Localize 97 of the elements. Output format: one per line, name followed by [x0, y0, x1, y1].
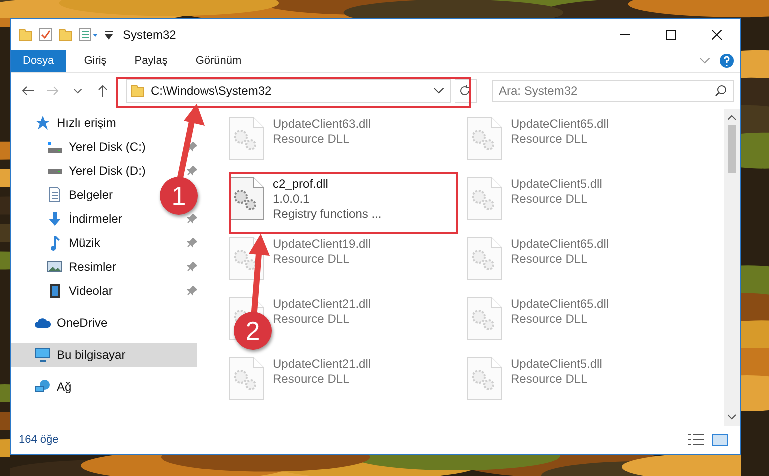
- sidebar-label: Yerel Disk (C:): [69, 140, 146, 154]
- gear-file-icon: [229, 177, 265, 221]
- sidebar-item[interactable]: Yerel Disk (D:): [11, 159, 150, 183]
- gear-file-icon: [467, 237, 503, 281]
- file-name[interactable]: UpdateClient65.dll: [511, 297, 610, 312]
- gear-file-icon: [467, 117, 503, 161]
- back-arrow-icon[interactable]: [22, 86, 34, 96]
- file-name[interactable]: UpdateClient63.dll: [273, 117, 372, 132]
- pin-icon[interactable]: [187, 262, 197, 272]
- address-bar[interactable]: C:\Windows\System32: [126, 79, 451, 103]
- sidebar-item[interactable]: Yerel Disk (C:): [11, 135, 150, 159]
- file-name[interactable]: UpdateClient21.dll: [273, 297, 372, 312]
- sidebar-label: Müzik: [69, 236, 100, 250]
- pin-icon[interactable]: [187, 238, 197, 248]
- pin-icon[interactable]: [187, 142, 197, 152]
- folder-icon: [131, 85, 145, 97]
- new-folder-icon: [59, 28, 73, 40]
- file-detail: Registry functions ...: [273, 207, 382, 222]
- close-icon[interactable]: [712, 30, 722, 40]
- gear-file-icon: [467, 297, 503, 341]
- checkmark-icon[interactable]: [39, 28, 53, 42]
- sidebar-item[interactable]: İndirmeler: [11, 207, 126, 231]
- sidebar-label: Bu bilgisayar: [57, 348, 126, 362]
- download-icon: [47, 211, 63, 227]
- file-name[interactable]: UpdateClient21.dll: [273, 357, 372, 372]
- sidebar-label: OneDrive: [57, 316, 108, 330]
- file-detail: Resource DLL: [273, 312, 350, 327]
- pin-icon[interactable]: [187, 166, 197, 176]
- sidebar-label: Belgeler: [69, 188, 114, 202]
- sidebar-label: Hızlı erişim: [57, 116, 116, 130]
- maximize-icon[interactable]: [666, 30, 676, 40]
- file-name[interactable]: UpdateClient5.dll: [511, 357, 602, 372]
- drive-icon: [47, 140, 63, 154]
- pin-icon[interactable]: [187, 214, 197, 224]
- window-title: System32: [123, 28, 176, 42]
- gear-file-icon: [467, 357, 503, 401]
- drive-icon: [47, 168, 63, 174]
- scroll-down-icon[interactable]: [728, 414, 736, 420]
- chevron-down-icon[interactable]: [74, 88, 82, 94]
- file-menu-tab[interactable]: Dosya: [11, 50, 66, 72]
- document-icon: [47, 187, 63, 203]
- sidebar-item[interactable]: Resimler: [11, 255, 120, 279]
- file-detail: 1.0.0.1: [273, 192, 310, 207]
- gear-file-icon: [229, 117, 265, 161]
- search-field[interactable]: Ara: System32: [492, 80, 734, 102]
- sidebar-item[interactable]: Videolar: [11, 279, 117, 303]
- item-count: 164 öğe: [19, 434, 59, 446]
- film-icon: [47, 283, 63, 299]
- file-detail: Resource DLL: [511, 192, 588, 207]
- minimize-icon[interactable]: [620, 34, 630, 36]
- gear-file-icon: [229, 357, 265, 401]
- properties-icon[interactable]: [79, 28, 99, 42]
- scrollbar[interactable]: [724, 109, 740, 426]
- file-name[interactable]: UpdateClient5.dll: [511, 177, 602, 192]
- star-icon: [35, 115, 51, 131]
- scroll-thumb[interactable]: [728, 125, 736, 173]
- pin-icon[interactable]: [187, 286, 197, 296]
- file-detail: Resource DLL: [273, 132, 350, 147]
- sidebar-item[interactable]: Müzik: [11, 231, 104, 255]
- file-detail: Resource DLL: [511, 252, 588, 267]
- gear-file-icon: [467, 177, 503, 221]
- picture-icon: [47, 259, 63, 275]
- ribbon-tab[interactable]: Görünüm: [184, 50, 254, 72]
- sidebar-item[interactable]: Belgeler: [11, 183, 118, 207]
- sidebar-item[interactable]: Ağ: [11, 375, 76, 399]
- large-icons-view-icon[interactable]: [712, 434, 728, 446]
- details-view-icon[interactable]: [688, 434, 704, 446]
- sidebar-item[interactable]: Hızlı erişim: [11, 111, 120, 135]
- refresh-icon[interactable]: [459, 85, 472, 97]
- file-name[interactable]: UpdateClient65.dll: [511, 237, 610, 252]
- sidebar-label: Videolar: [69, 284, 113, 298]
- sidebar-label: Ağ: [57, 380, 72, 394]
- file-detail: Resource DLL: [511, 372, 588, 387]
- ribbon-tab[interactable]: Paylaş: [122, 50, 180, 72]
- scroll-up-icon[interactable]: [728, 115, 736, 121]
- file-name[interactable]: c2_prof.dll: [273, 177, 328, 192]
- chevron-down-icon[interactable]: [434, 88, 444, 94]
- file-detail: Resource DLL: [511, 132, 588, 147]
- search-icon[interactable]: [715, 85, 727, 97]
- file-detail: Resource DLL: [273, 252, 350, 267]
- file-detail: Resource DLL: [511, 312, 588, 327]
- ribbon-tab[interactable]: Giriş: [72, 50, 119, 72]
- refresh-button[interactable]: [454, 79, 477, 103]
- file-detail: Resource DLL: [273, 372, 350, 387]
- sidebar-label: İndirmeler: [69, 212, 122, 226]
- folder-icon: [19, 28, 33, 40]
- dropdown-icon[interactable]: [105, 30, 113, 40]
- file-name[interactable]: UpdateClient65.dll: [511, 117, 610, 132]
- sidebar-item[interactable]: Bu bilgisayar: [11, 343, 197, 367]
- sidebar-item[interactable]: OneDrive: [11, 311, 112, 335]
- monitor-icon: [35, 347, 51, 363]
- network-icon: [35, 379, 51, 395]
- sidebar-label: Yerel Disk (D:): [69, 164, 146, 178]
- file-name[interactable]: UpdateClient19.dll: [273, 237, 372, 252]
- help-icon[interactable]: [720, 54, 734, 68]
- sidebar-label: Resimler: [69, 260, 116, 274]
- up-arrow-icon[interactable]: [98, 85, 108, 97]
